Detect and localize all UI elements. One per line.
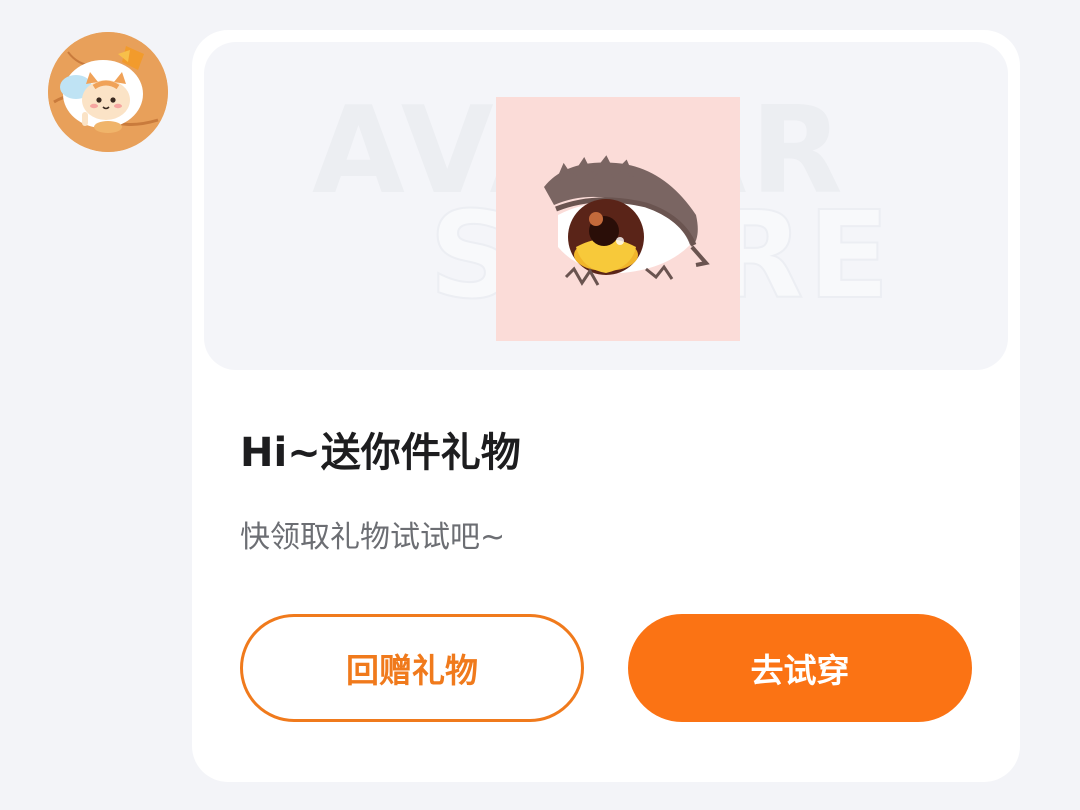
cat-avatar-icon bbox=[48, 32, 168, 152]
gift-card: AVATAR STORE Hi~送你件礼物 快领取礼物试试吧~ 回赠礼物 去试穿 bbox=[192, 30, 1020, 782]
gift-message-subtitle: 快领取礼物试试吧~ bbox=[240, 520, 506, 555]
gift-item-image bbox=[496, 97, 740, 341]
eye-icon bbox=[544, 155, 710, 286]
sender-avatar[interactable] bbox=[48, 32, 168, 152]
gift-message-title: Hi~送你件礼物 bbox=[240, 430, 521, 476]
gift-banner: AVATAR STORE bbox=[204, 42, 1008, 370]
try-on-button[interactable]: 去试穿 bbox=[628, 614, 972, 722]
return-gift-button[interactable]: 回赠礼物 bbox=[240, 614, 584, 722]
